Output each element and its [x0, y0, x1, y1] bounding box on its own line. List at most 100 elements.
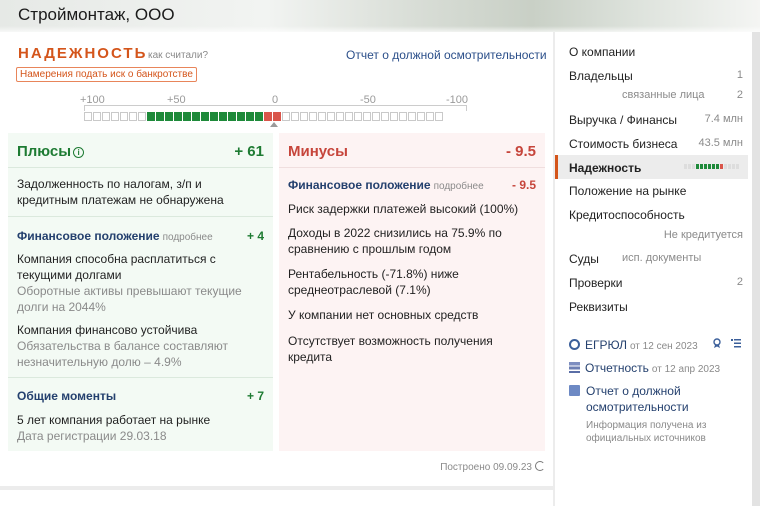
mini-bar-cell [732, 164, 735, 169]
scale-cell [129, 112, 137, 121]
scale-cell [255, 112, 263, 121]
egrul-icon [569, 339, 580, 350]
scale-cell [399, 112, 407, 121]
scale-cell [291, 112, 299, 121]
related-count: 2 [736, 89, 743, 101]
reliability-mini-bar [684, 164, 739, 169]
scale-cell [201, 112, 209, 121]
scale-cell [147, 112, 155, 121]
scale-cell [210, 112, 218, 121]
mini-bar-cell [700, 164, 703, 169]
how-calculated-link[interactable]: как считали? [148, 50, 208, 61]
nav-enforcement-docs[interactable]: исп. документы [622, 252, 701, 264]
scale-cell [138, 112, 146, 121]
reporting-icon [569, 362, 580, 373]
mini-bar-cell [716, 164, 719, 169]
reliability-panel: НАДЕЖНОСТЬ как считали? Отчет о должной … [0, 32, 553, 486]
scale-pointer-icon [270, 122, 278, 127]
mini-bar-cell [708, 164, 711, 169]
nav-reliability[interactable]: Надежность [569, 161, 641, 175]
pros-item-detail: Обязательства в балансе составляют незна… [17, 339, 228, 369]
scale-cell [93, 112, 101, 121]
mini-bar-cell [688, 164, 691, 169]
due-diligence-link[interactable]: Отчет о должной осмотрительности [569, 383, 709, 415]
cons-item: Отсутствует возможность получения кредит… [288, 334, 493, 364]
nav-courts[interactable]: Суды [569, 252, 599, 266]
scale-cell [336, 112, 344, 121]
scale-cell [156, 112, 164, 121]
cons-column: Минусы - 9.5 Финансовое положение подробн… [279, 133, 545, 451]
scale-cell [192, 112, 200, 121]
info-icon[interactable]: i [73, 147, 85, 158]
cons-section-financial[interactable]: Финансовое положение подробнее [288, 178, 484, 192]
scale-cell [309, 112, 317, 121]
nav-credit[interactable]: Кредитоспособность [569, 208, 685, 222]
pros-item-detail: Оборотные активы превышают текущие долги… [17, 284, 242, 314]
cons-section-score: - 9.5 [511, 178, 536, 192]
refresh-icon[interactable] [535, 461, 545, 471]
scale-cell [363, 112, 371, 121]
cons-score: - 9.5 [505, 143, 536, 160]
reliability-title: НАДЕЖНОСТЬ [18, 45, 148, 62]
company-name: Строймонтаж, ООО [18, 5, 175, 24]
scale-cell [237, 112, 245, 121]
scale-cell [327, 112, 335, 121]
pros-section-score: + 4 [246, 229, 264, 243]
due-diligence-report-link[interactable]: Отчет о должной осмотрительности [346, 48, 547, 62]
nav-checks[interactable]: Проверки [569, 276, 623, 290]
mini-bar-cell [692, 164, 695, 169]
scale-cell [183, 112, 191, 121]
mini-bar-cell [712, 164, 715, 169]
scale-cell [120, 112, 128, 121]
reliability-scale [84, 112, 443, 121]
scale-cell [282, 112, 290, 121]
pros-score: + 61 [234, 143, 264, 160]
scale-cell [228, 112, 236, 121]
scale-cell [102, 112, 110, 121]
pros-item: Компания финансово устойчива [17, 323, 198, 337]
reporting-link[interactable]: Отчетность от 12 апр 2023 [569, 361, 720, 375]
divider [8, 216, 273, 217]
nav-business-value[interactable]: Стоимость бизнеса [569, 137, 677, 151]
egrul-link[interactable]: ЕГРЮЛ от 12 сен 2023 [569, 338, 698, 352]
mini-bar-cell [736, 164, 739, 169]
mini-bar-cell [728, 164, 731, 169]
sources-note: Информация получена из официальных источ… [586, 420, 707, 444]
pros-section-general: Общие моменты [17, 389, 117, 403]
pros-title: Плюсы i [17, 143, 85, 160]
scale-cell [84, 112, 92, 121]
nav-market[interactable]: Положение на рынке [569, 184, 686, 198]
divider [8, 167, 273, 168]
scale-cell [381, 112, 389, 121]
divider [279, 167, 545, 168]
pros-item: Задолженность по налогам, з/п и кредитны… [17, 177, 224, 207]
credit-status: Не кредитуется [663, 229, 743, 241]
mini-bar-cell [720, 164, 723, 169]
list-icon[interactable] [731, 338, 741, 348]
scale-cell [300, 112, 308, 121]
nav-about[interactable]: О компании [569, 45, 635, 59]
nav-related[interactable]: связанные лица [622, 89, 705, 101]
divider [8, 377, 273, 378]
scale-cell [219, 112, 227, 121]
nav-requisites[interactable]: Реквизиты [569, 300, 628, 314]
nav-revenue[interactable]: Выручка / Финансы [569, 113, 677, 127]
scale-cell [435, 112, 443, 121]
pros-column: Плюсы i + 61 Задолженность по налогам, з/… [8, 133, 273, 451]
mini-bar-cell [684, 164, 687, 169]
pros-section-financial[interactable]: Финансовое положение подробнее [17, 229, 213, 243]
revenue-value: 7.4 млн [704, 113, 743, 125]
pros-item: Компания способна расплатиться с текущим… [17, 252, 216, 282]
scale-cell [111, 112, 119, 121]
built-date: Построено 09.09.23 [440, 461, 545, 473]
side-nav: О компании Владельцы 1 связанные лица 2 … [555, 32, 752, 506]
mini-bar-cell [704, 164, 707, 169]
cons-item: У компании нет основных средств [288, 308, 479, 322]
medal-icon[interactable] [712, 338, 722, 348]
mini-bar-cell [724, 164, 727, 169]
cons-title: Минусы [288, 143, 348, 160]
owners-count: 1 [736, 69, 743, 81]
mini-bar-cell [696, 164, 699, 169]
document-icon [569, 385, 580, 396]
nav-owners[interactable]: Владельцы [569, 69, 633, 83]
